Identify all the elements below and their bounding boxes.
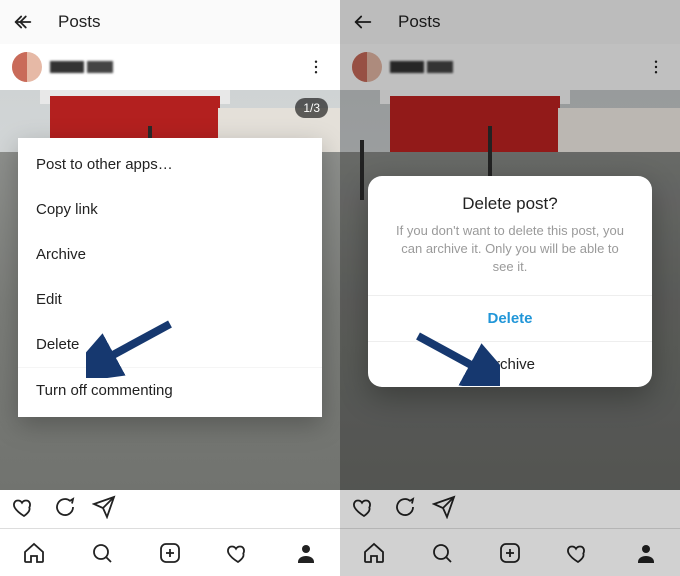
header-bar: Posts [0, 0, 340, 44]
username-redacted[interactable] [50, 61, 113, 73]
post-options-menu: Post to other apps… Copy link Archive Ed… [18, 138, 322, 417]
post-author-row [0, 44, 340, 90]
nav-home-icon[interactable] [21, 540, 47, 566]
nav-activity-icon[interactable] [225, 540, 251, 566]
left-screenshot: Posts 1/3 [0, 0, 340, 576]
dialog-archive-button[interactable]: Archive [368, 341, 652, 387]
menu-item-post-other-apps[interactable]: Post to other apps… [18, 142, 322, 187]
back-icon[interactable] [12, 11, 34, 33]
menu-item-edit[interactable]: Edit [18, 277, 322, 322]
menu-item-archive[interactable]: Archive [18, 232, 322, 277]
avatar[interactable] [12, 52, 42, 82]
share-icon[interactable] [92, 495, 116, 524]
page-title: Posts [58, 12, 101, 32]
dialog-message: If you don't want to delete this post, y… [368, 222, 652, 295]
more-options-button[interactable] [304, 55, 328, 79]
post-actions-bar [0, 490, 340, 528]
nav-add-icon[interactable] [157, 540, 183, 566]
right-screenshot: Posts [340, 0, 680, 576]
nav-search-icon[interactable] [89, 540, 115, 566]
menu-item-copy-link[interactable]: Copy link [18, 187, 322, 232]
comment-icon[interactable] [52, 495, 76, 524]
delete-post-dialog: Delete post? If you don't want to delete… [368, 176, 652, 387]
bottom-nav [0, 528, 340, 576]
carousel-counter: 1/3 [295, 98, 328, 118]
dialog-title: Delete post? [368, 176, 652, 222]
menu-item-delete[interactable]: Delete [18, 322, 322, 367]
like-icon[interactable] [12, 495, 36, 524]
dialog-delete-button[interactable]: Delete [368, 295, 652, 341]
menu-item-turn-off-commenting[interactable]: Turn off commenting [18, 368, 322, 413]
nav-profile-icon[interactable] [293, 540, 319, 566]
